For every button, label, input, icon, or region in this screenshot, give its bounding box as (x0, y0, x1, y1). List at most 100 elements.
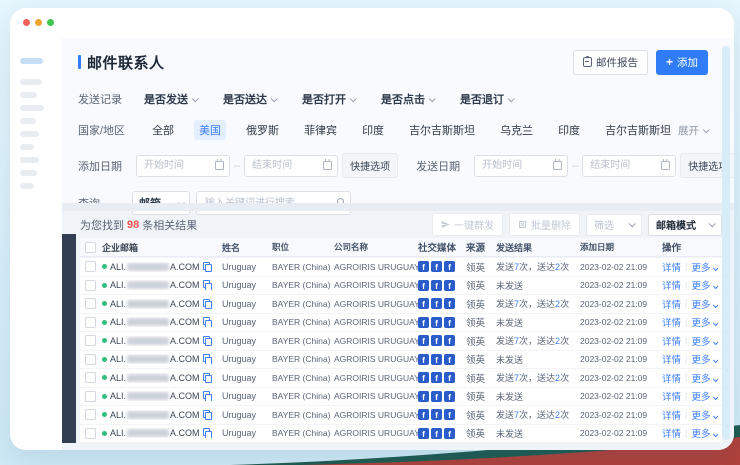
send-filter-dropdown[interactable]: 是否退订 (460, 91, 513, 107)
facebook-icon[interactable]: f (431, 261, 442, 272)
sidebar-item-skeleton[interactable] (20, 79, 42, 85)
facebook-icon[interactable]: f (444, 372, 455, 383)
facebook-icon[interactable]: f (431, 298, 442, 309)
facebook-icon[interactable]: f (418, 335, 429, 346)
facebook-icon[interactable]: f (431, 391, 442, 402)
facebook-icon[interactable]: f (444, 428, 455, 439)
maximize-window-button[interactable] (47, 19, 54, 26)
more-link[interactable]: 更多 (691, 297, 716, 311)
detail-link[interactable]: 详情 (662, 297, 681, 311)
send-filter-dropdown[interactable]: 是否发送 (144, 91, 197, 107)
facebook-icon[interactable]: f (418, 428, 429, 439)
country-option[interactable]: 俄罗斯 (241, 120, 284, 140)
detail-link[interactable]: 详情 (662, 426, 681, 440)
country-option[interactable]: 吉尔吉斯斯坦 (404, 120, 480, 140)
copy-icon[interactable] (203, 336, 212, 346)
filter-select[interactable]: 筛选 (586, 214, 642, 236)
sidebar-item-skeleton[interactable] (20, 183, 34, 189)
send-filter-dropdown[interactable]: 是否打开 (302, 91, 355, 107)
add-date-quick-button[interactable]: 快捷选项 (342, 153, 398, 178)
row-checkbox[interactable] (85, 354, 96, 365)
facebook-icon[interactable]: f (431, 354, 442, 365)
row-checkbox[interactable] (85, 298, 96, 309)
country-option-selected[interactable]: 美国 (194, 120, 226, 140)
more-link[interactable]: 更多 (691, 352, 716, 366)
facebook-icon[interactable]: f (444, 261, 455, 272)
detail-link[interactable]: 详情 (662, 334, 681, 348)
send-filter-dropdown[interactable]: 是否送达 (223, 91, 276, 107)
scrollbar[interactable] (722, 46, 730, 440)
detail-link[interactable]: 详情 (662, 278, 681, 292)
sidebar-item-skeleton[interactable] (20, 92, 37, 98)
facebook-icon[interactable]: f (444, 354, 455, 365)
country-option[interactable]: 乌克兰 (495, 120, 538, 140)
facebook-icon[interactable]: f (418, 391, 429, 402)
facebook-icon[interactable]: f (444, 298, 455, 309)
facebook-icon[interactable]: f (431, 317, 442, 328)
country-option[interactable]: 全部 (147, 120, 179, 140)
send-record-label[interactable]: 发送记录 (78, 91, 122, 107)
row-checkbox[interactable] (85, 409, 96, 420)
expand-button[interactable]: 展开 (678, 123, 708, 138)
facebook-icon[interactable]: f (444, 335, 455, 346)
close-window-button[interactable] (23, 19, 30, 26)
facebook-icon[interactable]: f (431, 409, 442, 420)
copy-icon[interactable] (203, 317, 212, 327)
facebook-icon[interactable]: f (431, 428, 442, 439)
detail-link[interactable]: 详情 (662, 260, 681, 274)
facebook-icon[interactable]: f (431, 280, 442, 291)
sidebar-item-skeleton[interactable] (20, 118, 36, 124)
facebook-icon[interactable]: f (431, 335, 442, 346)
country-option[interactable]: 印度 (553, 120, 585, 140)
row-checkbox[interactable] (85, 391, 96, 402)
row-checkbox[interactable] (85, 372, 96, 383)
more-link[interactable]: 更多 (691, 408, 716, 422)
facebook-icon[interactable]: f (418, 261, 429, 272)
detail-link[interactable]: 详情 (662, 315, 681, 329)
more-link[interactable]: 更多 (691, 315, 716, 329)
facebook-icon[interactable]: f (444, 280, 455, 291)
facebook-icon[interactable]: f (418, 354, 429, 365)
country-option[interactable]: 吉尔吉斯斯坦 (600, 120, 676, 140)
facebook-icon[interactable]: f (444, 409, 455, 420)
row-checkbox[interactable] (85, 317, 96, 328)
bulk-delete-button[interactable]: 批量删除 (509, 213, 580, 236)
facebook-icon[interactable]: f (418, 409, 429, 420)
row-checkbox[interactable] (85, 335, 96, 346)
more-link[interactable]: 更多 (691, 334, 716, 348)
country-option[interactable]: 印度 (357, 120, 389, 140)
add-button[interactable]: + 添加 (656, 50, 708, 75)
facebook-icon[interactable]: f (418, 280, 429, 291)
detail-link[interactable]: 详情 (662, 371, 681, 385)
facebook-icon[interactable]: f (444, 391, 455, 402)
more-link[interactable]: 更多 (691, 278, 716, 292)
facebook-icon[interactable]: f (431, 372, 442, 383)
facebook-icon[interactable]: f (418, 298, 429, 309)
detail-link[interactable]: 详情 (662, 408, 681, 422)
sidebar-item-skeleton[interactable] (20, 105, 44, 111)
copy-icon[interactable] (203, 410, 212, 420)
send-filter-dropdown[interactable]: 是否点击 (381, 91, 434, 107)
sidebar-item-skeleton[interactable] (20, 144, 34, 150)
minimize-window-button[interactable] (35, 19, 42, 26)
sidebar-item-skeleton[interactable] (20, 131, 39, 137)
facebook-icon[interactable]: f (444, 317, 455, 328)
copy-icon[interactable] (203, 280, 212, 290)
row-checkbox[interactable] (85, 261, 96, 272)
copy-icon[interactable] (203, 262, 212, 272)
copy-icon[interactable] (203, 391, 212, 401)
facebook-icon[interactable]: f (418, 317, 429, 328)
copy-icon[interactable] (203, 354, 212, 364)
copy-icon[interactable] (203, 373, 212, 383)
mailbox-mode-select[interactable]: 邮箱模式 (648, 214, 722, 236)
facebook-icon[interactable]: f (418, 372, 429, 383)
mail-report-button[interactable]: 邮件报告 (573, 50, 648, 75)
sidebar-item-skeleton[interactable] (20, 157, 39, 163)
sidebar-item-skeleton[interactable] (20, 170, 37, 176)
detail-link[interactable]: 详情 (662, 389, 681, 403)
more-link[interactable]: 更多 (691, 426, 716, 440)
bulk-send-button[interactable]: 一键群发 (432, 213, 503, 236)
row-checkbox[interactable] (85, 428, 96, 439)
detail-link[interactable]: 详情 (662, 352, 681, 366)
copy-icon[interactable] (203, 299, 212, 309)
